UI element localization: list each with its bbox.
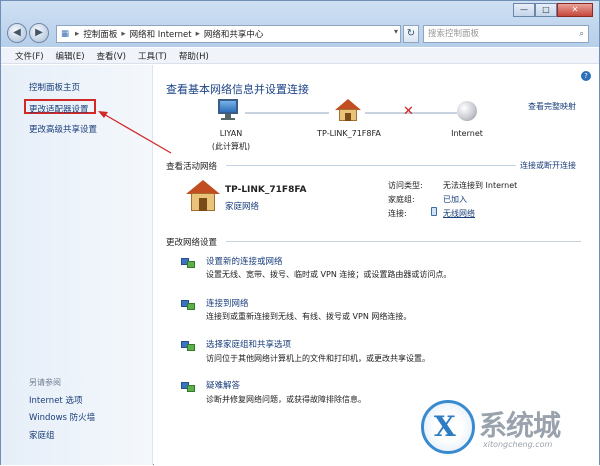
node-sublabel-computer: (此计算机)	[211, 142, 251, 151]
node-label-internet: Internet	[451, 129, 483, 138]
search-icon[interactable]: ⌕	[579, 26, 584, 42]
task-connect-network-desc: 连接到或重新连接到无线、有线、拨号或 VPN 网络连接。	[206, 312, 412, 321]
see-also-internet-options[interactable]: Internet 选项	[29, 394, 82, 406]
logo-x-icon: X	[434, 410, 456, 443]
watermark-text: 系统城	[479, 409, 561, 442]
search-input[interactable]: 搜索控制面板 ⌕	[423, 25, 589, 43]
new-connection-icon	[181, 255, 195, 269]
crumb-separator: ▸	[121, 29, 126, 39]
network-name: TP-LINK_71F8FA	[225, 185, 307, 195]
task-homegroup-sharing[interactable]: 选择家庭组和共享选项	[206, 338, 291, 350]
network-link-line	[245, 112, 329, 114]
chevron-down-icon[interactable]: ▾	[394, 27, 398, 36]
node-label-router: TP-LINK_71F8FA	[317, 129, 381, 138]
help-icon[interactable]: ?	[581, 71, 591, 81]
section-divider	[226, 241, 581, 242]
connections-label: 连接:	[388, 209, 407, 218]
menu-view[interactable]: 查看(V)	[97, 50, 126, 62]
watermark-url: xitongcheng.com	[483, 440, 553, 449]
nav-buttons: ◀ ▶	[7, 23, 51, 43]
network-type-link[interactable]: 家庭网络	[225, 200, 259, 212]
task-connect-network[interactable]: 连接到网络	[206, 297, 249, 309]
see-also-homegroup[interactable]: 家庭组	[29, 429, 55, 441]
view-full-map-link[interactable]: 查看完整映射	[528, 101, 576, 112]
address-bar[interactable]: ▦ ▸ 控制面板 ▸ 网络和 Internet ▸ 网络和共享中心 ▾	[56, 25, 401, 43]
breadcrumb-control-panel[interactable]: 控制面板	[83, 28, 117, 40]
task-setup-connection-desc: 设置无线、宽带、拨号、临时或 VPN 连接；或设置路由器或访问点。	[206, 270, 452, 279]
task-setup-connection[interactable]: 设置新的连接或网络	[206, 255, 283, 267]
homegroup-label: 家庭组:	[388, 195, 415, 204]
window-controls: — □ ✕	[513, 3, 593, 17]
section-divider	[226, 165, 516, 166]
breadcrumb-network-sharing-center[interactable]: 网络和共享中心	[204, 28, 264, 40]
change-settings-heading: 更改网络设置	[166, 238, 218, 248]
menu-help[interactable]: 帮助(H)	[179, 50, 209, 62]
menu-tools[interactable]: 工具(T)	[138, 50, 167, 62]
crumb-separator: ▸	[75, 29, 80, 39]
forward-arrow-icon: ▶	[35, 27, 43, 38]
control-panel-icon: ▦	[61, 29, 70, 39]
watermark-logo: X 系统城 xitongcheng.com	[421, 396, 591, 458]
sidebar-item-advanced-sharing[interactable]: 更改高级共享设置	[29, 123, 97, 135]
see-also-windows-firewall[interactable]: Windows 防火墙	[29, 411, 95, 423]
search-placeholder: 搜索控制面板	[428, 29, 480, 39]
access-type-label: 访问类型:	[388, 181, 423, 190]
breadcrumb-network-internet[interactable]: 网络和 Internet	[130, 28, 192, 40]
homegroup-value-link[interactable]: 已加入	[443, 194, 467, 205]
task-homegroup-sharing-desc: 访问位于其他网络计算机上的文件和打印机，或更改共享设置。	[206, 354, 430, 363]
task-troubleshoot[interactable]: 疑难解答	[206, 379, 240, 391]
menu-edit[interactable]: 编辑(E)	[56, 50, 85, 62]
title-bar: — □ ✕ ◀ ▶ ▦ ▸ 控制面板 ▸ 网络和 Internet ▸ 网络和共…	[1, 1, 599, 47]
access-type-value: 无法连接到 Internet	[443, 181, 518, 190]
disconnected-x-icon[interactable]: ✕	[403, 104, 414, 119]
wireless-signal-icon	[431, 207, 437, 216]
maximize-button[interactable]: □	[535, 3, 557, 17]
minimize-button[interactable]: —	[513, 3, 535, 17]
menu-bar: 文件(F) 编辑(E) 查看(V) 工具(T) 帮助(H)	[1, 48, 599, 64]
node-label-computer: LIYAN	[219, 129, 243, 138]
computer-icon[interactable]	[216, 99, 242, 121]
network-sharing-center-window: — □ ✕ ◀ ▶ ▦ ▸ 控制面板 ▸ 网络和 Internet ▸ 网络和共…	[0, 0, 600, 465]
task-troubleshoot-desc: 诊断并修复网络问题，或获得故障排除信息。	[206, 395, 366, 404]
forward-button[interactable]: ▶	[29, 23, 49, 43]
back-button[interactable]: ◀	[7, 23, 27, 43]
globe-icon[interactable]	[457, 101, 483, 123]
homegroup-sharing-icon	[181, 338, 195, 352]
crumb-separator: ▸	[195, 29, 200, 39]
sidebar-item-control-panel-home[interactable]: 控制面板主页	[29, 81, 80, 93]
sidebar-item-change-adapter-settings[interactable]: 更改适配器设置	[29, 103, 89, 115]
refresh-button[interactable]: ↻	[403, 25, 419, 43]
page-title: 查看基本网络信息并设置连接	[166, 83, 309, 96]
see-also-heading: 另请参阅	[29, 378, 61, 387]
connect-disconnect-link[interactable]: 连接或断开连接	[520, 160, 576, 171]
refresh-icon: ↻	[406, 28, 416, 39]
home-network-icon	[186, 180, 220, 214]
house-icon[interactable]	[335, 99, 361, 121]
back-arrow-icon: ◀	[13, 27, 21, 38]
active-network-heading: 查看活动网络	[166, 162, 218, 172]
close-button[interactable]: ✕	[557, 3, 593, 17]
connect-network-icon	[181, 297, 195, 311]
connections-value-link[interactable]: 无线网络	[443, 208, 475, 219]
troubleshoot-icon	[181, 379, 195, 393]
menu-file[interactable]: 文件(F)	[15, 50, 44, 62]
